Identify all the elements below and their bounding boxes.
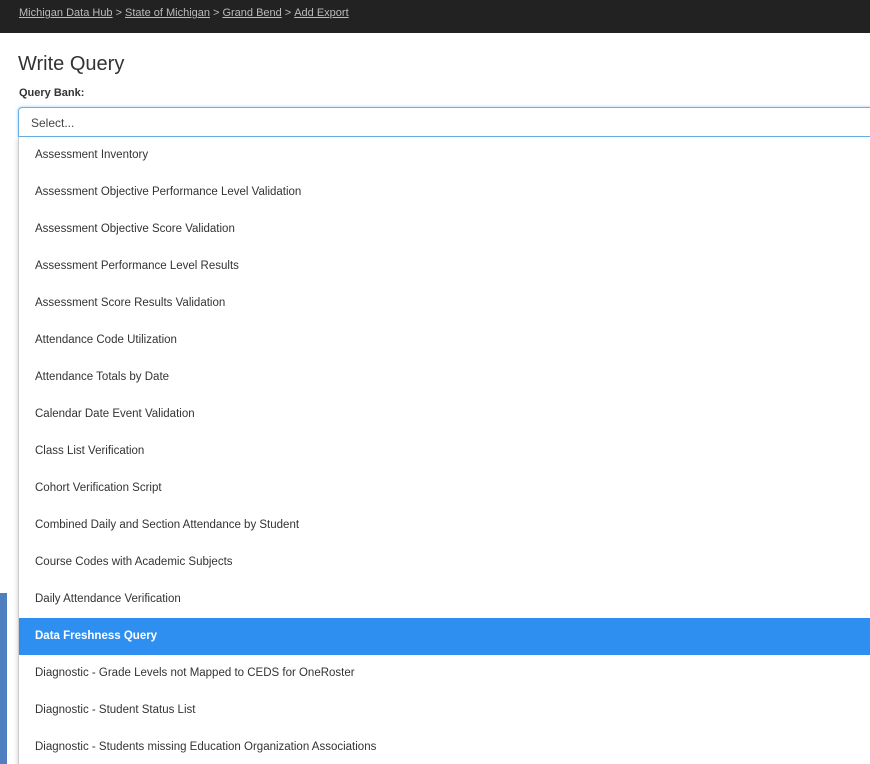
dropdown-option[interactable]: Attendance Code Utilization [19, 322, 870, 359]
query-bank-label: Query Bank: [19, 87, 85, 99]
dropdown-option[interactable]: Data Freshness Query [19, 618, 870, 655]
dropdown-option[interactable]: Cohort Verification Script [19, 470, 870, 507]
dropdown-option[interactable]: Assessment Objective Performance Level V… [19, 174, 870, 211]
dropdown-option[interactable]: Course Codes with Academic Subjects [19, 544, 870, 581]
breadcrumb-link-state-of-michigan[interactable]: State of Michigan [125, 7, 210, 19]
breadcrumb-link-michigan-data-hub[interactable]: Michigan Data Hub [19, 7, 113, 19]
dropdown-option[interactable]: Attendance Totals by Date [19, 359, 870, 396]
breadcrumb-separator: > [115, 7, 122, 19]
breadcrumb-link-add-export[interactable]: Add Export [294, 7, 348, 19]
dropdown-option[interactable]: Combined Daily and Section Attendance by… [19, 507, 870, 544]
dropdown-option[interactable]: Assessment Score Results Validation [19, 285, 870, 322]
breadcrumb-link-grand-bend[interactable]: Grand Bend [222, 7, 281, 19]
dropdown-option[interactable]: Assessment Inventory [19, 137, 870, 174]
dropdown-option[interactable]: Diagnostic - Students missing Education … [19, 729, 870, 764]
top-navbar: Michigan Data Hub > State of Michigan > Gran… [0, 0, 870, 33]
dropdown-option[interactable]: Assessment Objective Score Validation [19, 211, 870, 248]
breadcrumb-separator: > [213, 7, 220, 19]
query-bank-select[interactable]: Select... [18, 107, 870, 137]
dropdown-option[interactable]: Class List Verification [19, 433, 870, 470]
breadcrumb-separator: > [284, 7, 292, 19]
background-panel-edge [0, 593, 7, 764]
dropdown-option[interactable]: Daily Attendance Verification [19, 581, 870, 618]
dropdown-option[interactable]: Assessment Performance Level Results [19, 248, 870, 285]
query-bank-placeholder: Select... [31, 116, 75, 130]
query-bank-dropdown-list: Assessment Inventory Assessment Objective… [18, 137, 870, 764]
page-title: Write Query [18, 53, 125, 75]
breadcrumb: Michigan Data Hub > State of Michigan > Gran… [19, 7, 349, 19]
dropdown-option[interactable]: Diagnostic - Grade Levels not Mapped to … [19, 655, 870, 692]
dropdown-option[interactable]: Calendar Date Event Validation [19, 396, 870, 433]
dropdown-option[interactable]: Diagnostic - Student Status List [19, 692, 870, 729]
